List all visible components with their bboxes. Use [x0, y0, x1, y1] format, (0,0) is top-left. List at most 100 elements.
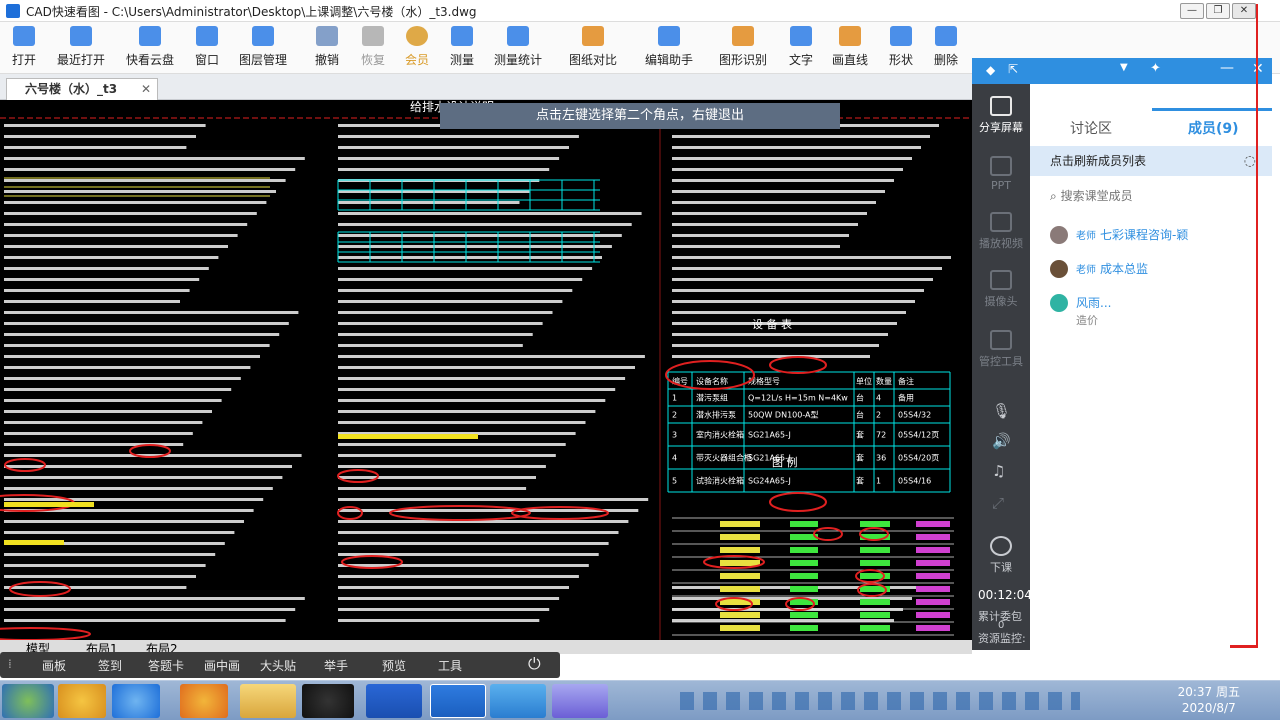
close-tab-icon[interactable]: ✕	[141, 79, 151, 99]
tab-members[interactable]: 成员(9)	[1188, 118, 1239, 138]
drawing-text-line	[338, 333, 533, 336]
bottom-item-sign-in[interactable]: 签到	[98, 657, 122, 674]
drawing-text-line	[4, 377, 241, 380]
windows-taskbar: 20:37 周五 2020/8/7	[0, 680, 1280, 720]
system-clock[interactable]: 20:37 周五 2020/8/7	[1178, 684, 1240, 716]
cad-icon[interactable]	[430, 684, 486, 718]
legend-symbol	[720, 573, 760, 579]
share-out-icon[interactable]: ⇱	[1008, 62, 1018, 76]
legend-symbol	[916, 521, 950, 527]
pin-icon[interactable]: ✦	[1150, 61, 1161, 76]
member-item[interactable]: 老师 七彩课程咨询-颖	[1050, 224, 1265, 246]
qq-icon[interactable]	[302, 684, 354, 718]
drawing-text-line	[4, 201, 267, 204]
start-button[interactable]	[2, 684, 54, 718]
avatar	[1050, 294, 1068, 312]
close-window-button[interactable]: ✕	[1232, 3, 1256, 19]
ppt-tool[interactable]: PPT	[972, 156, 1030, 192]
drawing-text-line	[4, 124, 206, 127]
power-icon[interactable]: ⏻	[528, 654, 541, 674]
toolbar-cloud-button[interactable]: 快看云盘	[125, 24, 175, 72]
taskbar-app-3[interactable]	[490, 684, 546, 718]
toolbar-eraser-button[interactable]: 删除	[933, 24, 959, 72]
edit-assistant-icon	[658, 26, 680, 46]
toolbar-undo-button[interactable]: 撤销	[314, 24, 340, 72]
control-tools-tool[interactable]: 管控工具	[972, 330, 1030, 369]
legend-symbol	[860, 560, 890, 566]
taskbar-app-1[interactable]	[58, 684, 106, 718]
drawing-text-line	[338, 454, 556, 457]
toolbar-shape-recognition-button[interactable]: 图形识别	[718, 24, 768, 72]
drawing-text-line	[672, 234, 849, 237]
toolbar-folder-open-button[interactable]: 打开	[12, 24, 36, 72]
toolbar-label: 撤销	[314, 53, 339, 67]
panel-minimize-icon[interactable]: —	[1220, 60, 1234, 76]
toolbar-line-button[interactable]: 画直线	[832, 24, 868, 72]
maximize-button[interactable]: ❐	[1206, 3, 1230, 19]
legend-symbol	[720, 547, 760, 553]
bottom-item-tools[interactable]: 工具	[438, 657, 462, 674]
camera-tool[interactable]: 摄像头	[972, 270, 1030, 309]
member-name: 风雨...	[1076, 296, 1112, 310]
drawing-text-line	[672, 179, 894, 182]
toolbar-compare-button[interactable]: 图纸对比	[568, 24, 618, 72]
bottom-item-sticker[interactable]: 大头贴	[260, 657, 296, 674]
taskbar-app-4[interactable]	[552, 684, 608, 718]
end-class-tool[interactable]: 下课	[972, 536, 1030, 575]
explorer-icon[interactable]	[240, 684, 296, 718]
toolbar-vip-button[interactable]: 会员	[404, 24, 430, 72]
toolbar-recent-button[interactable]: 最近打开	[55, 24, 107, 72]
member-item[interactable]: 风雨... 造价	[1050, 292, 1265, 327]
document-tab[interactable]: 六号楼（水）_t3 ✕	[6, 78, 158, 100]
toolbar-redo-button[interactable]: 恢复	[360, 24, 386, 72]
toolbar-layers-button[interactable]: 图层管理	[238, 24, 288, 72]
classroom-side-tools: 分享屏幕 PPT 播放视频 摄像头 管控工具 🎙 🔊 ♫ ⤢ 下课 00:12:…	[972, 84, 1032, 650]
toolbar-text-button[interactable]: 文字	[788, 24, 814, 72]
toolbar-measure-button[interactable]: 测量	[449, 24, 475, 72]
bottom-item-answer-card[interactable]: 答题卡	[148, 657, 184, 674]
equipment-cell: 05S4/12页	[898, 431, 939, 440]
legend-symbol	[916, 586, 950, 592]
share-screen-tool[interactable]: 分享屏幕	[972, 96, 1030, 135]
markup-ellipse	[337, 506, 363, 520]
cad-drawing-canvas[interactable]: 编号 设备名称 规格型号 单位 数量 备注 1 潜污泵组 Q=12L/s H=15m N=4Kw…	[0, 100, 972, 640]
dropdown-icon[interactable]: ▼	[1120, 62, 1128, 73]
ie-icon[interactable]	[112, 684, 160, 718]
minimize-button[interactable]: —	[1180, 3, 1204, 19]
play-video-tool[interactable]: 播放视频	[972, 212, 1030, 251]
drawing-text-line	[338, 168, 550, 171]
ppt-icon	[990, 156, 1012, 176]
bottom-item-raise-hand[interactable]: 举手	[324, 657, 348, 674]
member-item[interactable]: 老师 成本总监	[1050, 258, 1265, 280]
drawing-text-line	[338, 575, 579, 578]
tab-discussion[interactable]: 讨论区	[1070, 118, 1112, 138]
control-tools-icon	[990, 330, 1012, 350]
toolbar-shape-button[interactable]: 形状	[888, 24, 914, 72]
panel-close-icon[interactable]: ✕	[1252, 61, 1264, 77]
drawing-text-line	[672, 289, 924, 292]
wps-icon[interactable]	[366, 684, 422, 718]
bottom-item-draw-board[interactable]: 画板	[42, 657, 66, 674]
fullscreen-icon[interactable]: ⤢	[992, 494, 1004, 512]
toolbar-label: 形状	[888, 53, 913, 67]
equipment-cell: 72	[876, 431, 886, 440]
window-title: CAD快速看图 - C:\Users\Administrator\Desktop…	[26, 5, 477, 19]
drawing-text-line	[4, 388, 232, 391]
bottom-item-pip[interactable]: 画中画	[204, 657, 240, 674]
search-icon: ⌕	[1050, 189, 1057, 203]
music-icon[interactable]: ♫	[992, 462, 1005, 480]
drawing-text-line	[4, 333, 280, 336]
legend-symbol	[916, 625, 950, 631]
bottom-item-preview[interactable]: 预览	[382, 657, 406, 674]
toolbar-edit-assistant-button[interactable]: 编辑助手	[643, 24, 695, 72]
toolbar-window-button[interactable]: 窗口	[194, 24, 220, 72]
drawing-text-line	[338, 322, 543, 325]
system-tray-icons[interactable]	[680, 692, 1080, 710]
toolbar-measure-stats-button[interactable]: 测量统计	[493, 24, 543, 72]
microphone-icon[interactable]: 🎙	[992, 402, 1011, 420]
refresh-members-bar[interactable]: 点击刷新成员列表 ◌	[1030, 146, 1272, 176]
member-search[interactable]: ⌕ 搜索课堂成员	[1042, 184, 1260, 208]
taskbar-app-2[interactable]	[180, 684, 228, 718]
toolbar-label: 会员	[404, 53, 429, 67]
speaker-icon[interactable]: 🔊	[992, 432, 1011, 450]
